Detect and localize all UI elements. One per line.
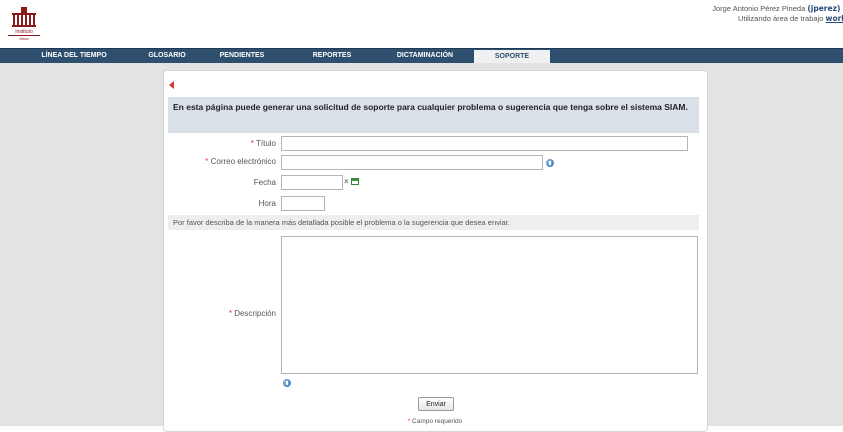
- titulo-label: * Título: [166, 139, 276, 148]
- nav-soporte[interactable]: SOPORTE: [474, 50, 550, 63]
- required-note-text: Campo requerido: [412, 418, 463, 425]
- description-note: Por favor describa de la manera más deta…: [168, 215, 699, 230]
- workspace-prefix: Utilizando área de trabajo: [737, 14, 824, 23]
- nav-pendientes[interactable]: PENDIENTES: [207, 49, 277, 63]
- correo-label-text: Correo electrónico: [210, 157, 276, 166]
- descripcion-label: * Descripción: [166, 309, 276, 318]
- info-icon[interactable]: [546, 159, 554, 167]
- back-arrow-icon[interactable]: [169, 81, 174, 89]
- descripcion-textarea[interactable]: [281, 236, 698, 374]
- header: Instituto Mora Jorge Antonio Pérez Pined…: [0, 0, 843, 47]
- intro-text: En esta página puede generar una solicit…: [168, 97, 699, 133]
- nav-glosario[interactable]: GLOSARIO: [142, 49, 192, 63]
- building-icon: [12, 7, 36, 27]
- send-button[interactable]: Enviar: [418, 397, 454, 411]
- nav-dictaminacion[interactable]: DICTAMINACIÓN: [382, 49, 468, 63]
- required-mark: *: [407, 418, 411, 425]
- workspace-link[interactable]: workflo: [826, 14, 843, 23]
- clear-icon[interactable]: ×: [344, 177, 349, 186]
- logo-sub: Mora: [8, 35, 40, 41]
- nav-reportes[interactable]: REPORTES: [292, 49, 372, 63]
- hora-input[interactable]: [281, 196, 325, 211]
- calendar-icon[interactable]: [351, 178, 359, 185]
- user-id: (jperez): [807, 4, 841, 13]
- required-mark: *: [205, 157, 209, 166]
- titulo-input[interactable]: [281, 136, 688, 151]
- hora-label: Hora: [258, 199, 276, 208]
- main-nav: LÍNEA DEL TIEMPO GLOSARIO PENDIENTES REP…: [0, 48, 843, 64]
- correo-label: * Correo electrónico: [166, 157, 276, 166]
- info-icon[interactable]: [283, 379, 291, 387]
- required-note: * Campo requerido: [380, 418, 490, 425]
- user-info: Jorge Antonio Pérez Pineda (jperez) | Sa…: [712, 4, 843, 24]
- user-name: Jorge Antonio Pérez Pineda: [712, 4, 806, 13]
- required-mark: *: [228, 309, 232, 318]
- titulo-label-text: Título: [255, 139, 276, 148]
- correo-input[interactable]: [281, 155, 543, 170]
- descripcion-label-text: Descripción: [234, 309, 276, 318]
- institution-logo[interactable]: Instituto Mora: [8, 5, 40, 41]
- fecha-input[interactable]: [281, 175, 343, 190]
- fecha-label: Fecha: [253, 178, 276, 187]
- nav-linea-del-tiempo[interactable]: LÍNEA DEL TIEMPO: [24, 49, 124, 63]
- required-mark: *: [250, 139, 254, 148]
